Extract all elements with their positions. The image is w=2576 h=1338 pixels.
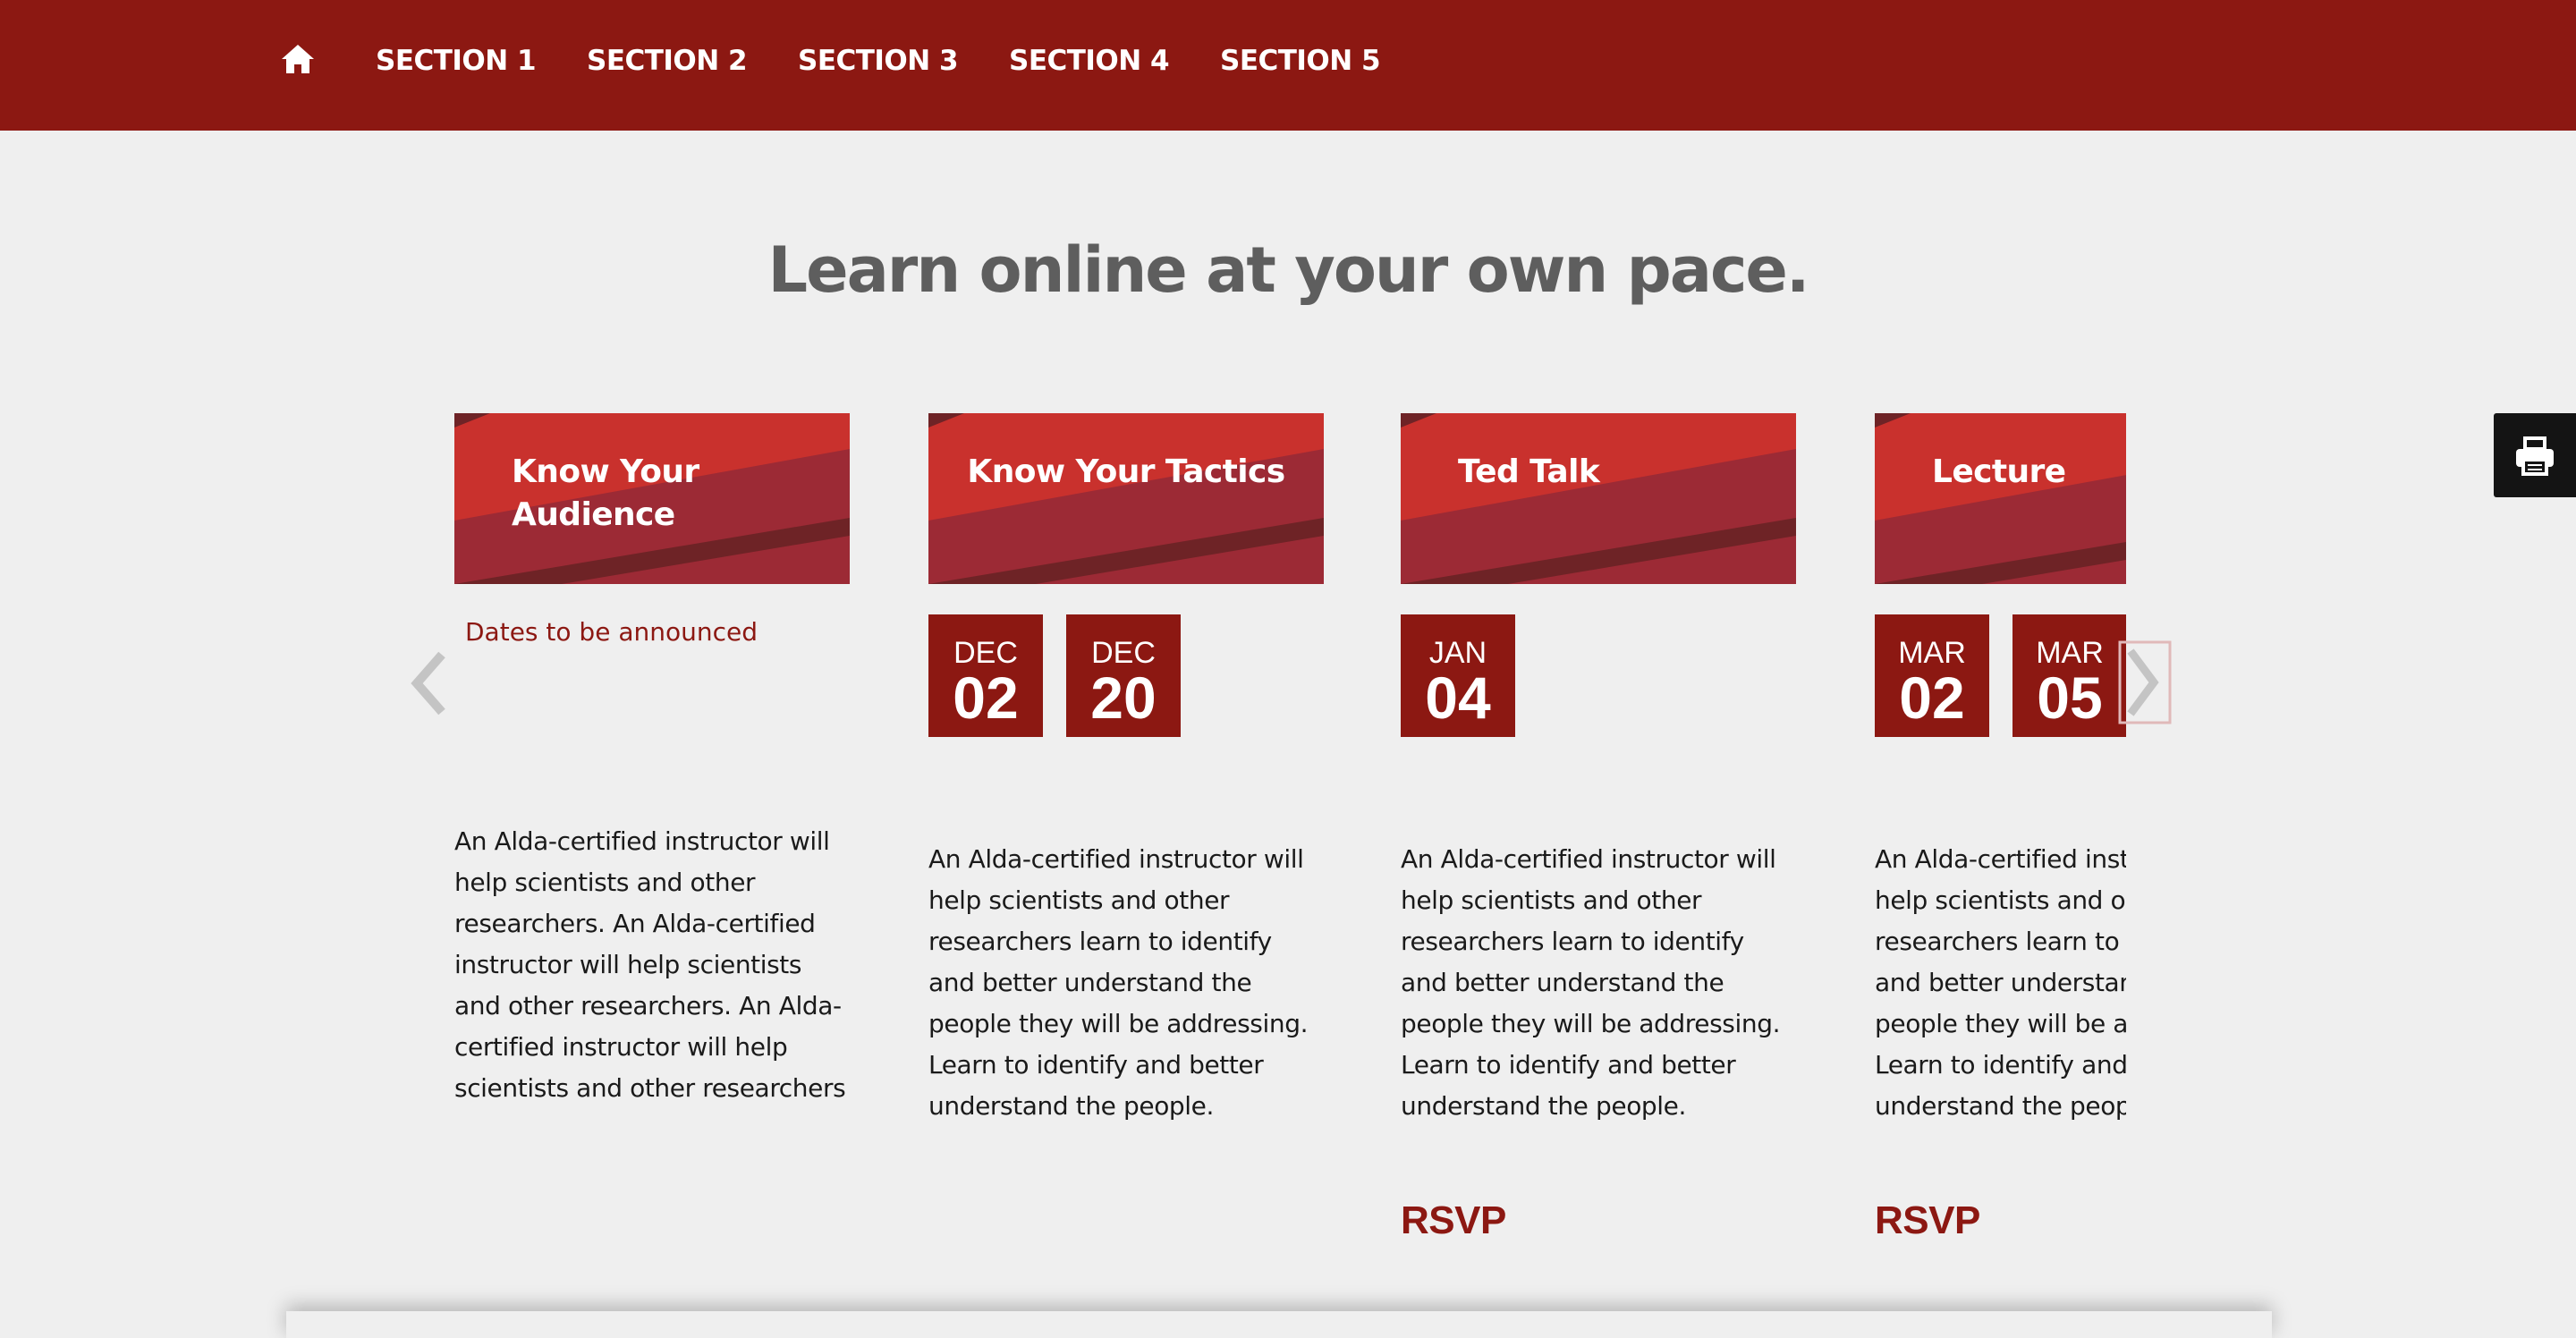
card-banner[interactable]: Ted Talk — [1401, 413, 1796, 584]
dates-note: Dates to be announced — [465, 617, 758, 647]
date-badge: JAN 04 — [1401, 614, 1515, 737]
card-title: Know Your Audience — [512, 453, 699, 533]
card-clip: An Alda-certified instructor will help s… — [1875, 413, 2126, 1272]
rsvp-link[interactable]: RSVP — [1401, 1198, 1506, 1243]
date-day: 04 — [1425, 665, 1491, 731]
event-card: Know Your Tactics DEC 02 DEC 20 An Alda-… — [928, 413, 1324, 1272]
chevron-right-icon[interactable] — [2118, 639, 2174, 731]
date-day: 20 — [1090, 665, 1157, 731]
card-description: An Alda-certified instructor will help s… — [928, 844, 1309, 1121]
events-carousel: Know Your Audience Dates to be announced… — [0, 0, 2576, 1327]
rsvp-link[interactable]: RSVP — [1875, 1198, 1980, 1243]
card-description: An Alda-certified instructor will help s… — [1875, 844, 2126, 1121]
date-day: 02 — [953, 665, 1019, 731]
event-card: Ted Talk JAN 04 An Alda-certified instru… — [1401, 413, 1796, 1272]
event-card: Lecture MAR 02 MAR 05 An Alda-certified … — [1875, 413, 2126, 1272]
date-badge: DEC 20 — [1066, 614, 1181, 737]
card-title: Know Your Tactics — [967, 453, 1285, 490]
event-card: Know Your Audience Dates to be announced… — [454, 413, 850, 1272]
chevron-left-icon[interactable] — [406, 649, 453, 722]
banner-graphic — [1401, 413, 1796, 584]
card-banner[interactable]: Know Your Tactics — [928, 413, 1324, 584]
card-description: An Alda-certified instructor will help s… — [454, 826, 846, 1103]
card-description: An Alda-certified instructor will help s… — [1401, 844, 1781, 1121]
carousel-viewport: Know Your Audience Dates to be announced… — [454, 413, 2126, 1272]
date-badge: DEC 02 — [928, 614, 1043, 737]
footer-edge — [286, 1311, 2272, 1338]
card-banner[interactable]: Know Your Audience — [454, 413, 850, 584]
card-title: Ted Talk — [1458, 453, 1600, 490]
banner-graphic — [928, 413, 1324, 584]
